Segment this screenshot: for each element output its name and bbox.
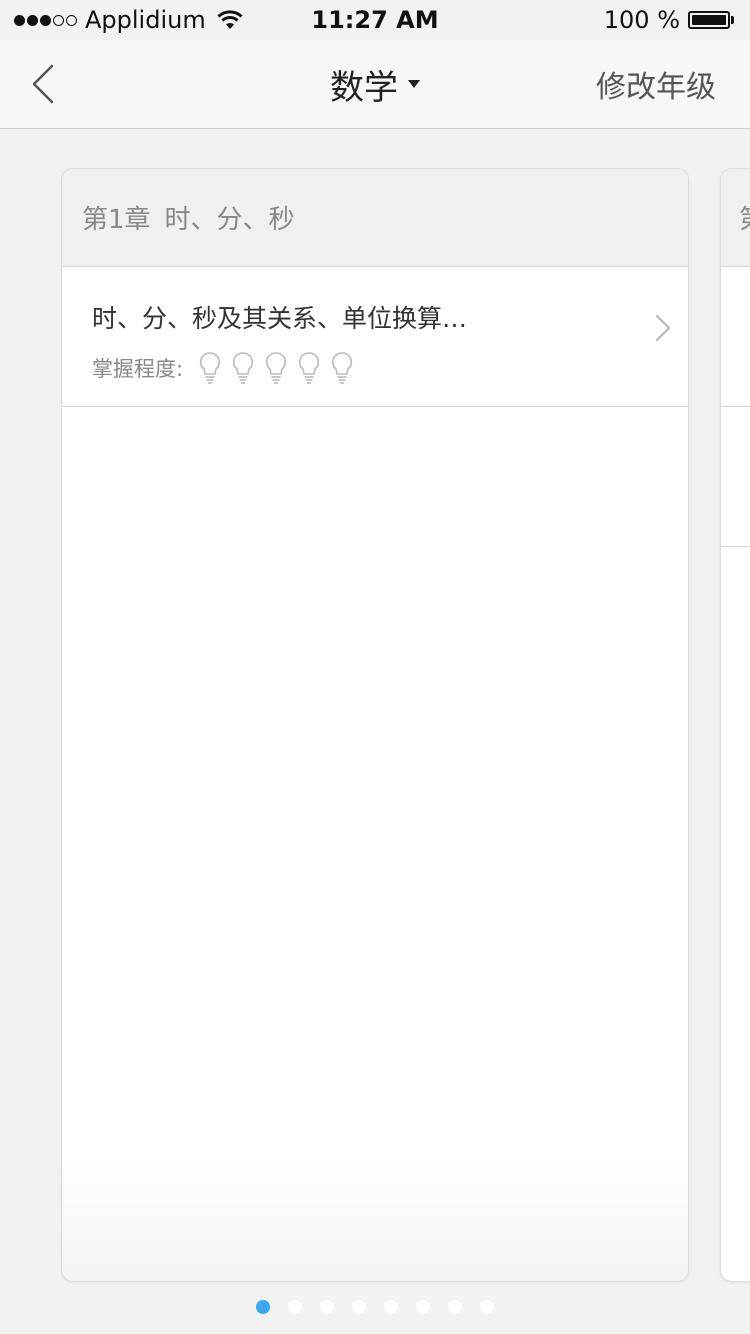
chapter-number: 第1章 (82, 205, 151, 235)
lightbulb-icon (331, 352, 353, 384)
chapter-pager[interactable]: 第1章 时、分、秒 时、分、秒及其关系、单位换算… 掌握程度: (0, 128, 750, 1334)
chapter-title: 时、分、秒 (164, 205, 295, 235)
status-right: 100 % (604, 4, 736, 36)
page-dot-active[interactable] (256, 1300, 270, 1314)
dropdown-caret-icon[interactable] (408, 80, 420, 88)
chevron-right-icon (656, 315, 670, 341)
lightbulb-icon (232, 352, 254, 384)
page-dot[interactable] (320, 1300, 334, 1314)
next-chapter-header: 第 (721, 169, 750, 267)
battery-icon (688, 10, 736, 30)
page-dot[interactable] (384, 1300, 398, 1314)
chapter-header: 第1章 时、分、秒 (62, 169, 688, 267)
next-chapter-number: 第 (739, 199, 750, 236)
status-bar: Applidium 11:27 AM 100 % (0, 0, 750, 40)
nav-bar: 数学 修改年级 (0, 40, 750, 129)
lightbulb-icon (298, 352, 320, 384)
card-bottom-fade (62, 1161, 688, 1281)
chapter-card: 第1章 时、分、秒 时、分、秒及其关系、单位换算… 掌握程度: (61, 168, 689, 1282)
next-lesson-row (721, 267, 750, 407)
page-dot[interactable] (288, 1300, 302, 1314)
lightbulb-icon (199, 352, 221, 384)
page-dot[interactable] (352, 1300, 366, 1314)
next-lesson-row (721, 407, 750, 547)
lesson-row[interactable]: 时、分、秒及其关系、单位换算… 掌握程度: (62, 267, 688, 407)
page-dot[interactable] (480, 1300, 494, 1314)
page-indicator[interactable] (0, 1300, 750, 1314)
mastery-row: 掌握程度: (92, 351, 355, 385)
page-dot[interactable] (448, 1300, 462, 1314)
next-chapter-card[interactable]: 第 (720, 168, 750, 1282)
subject-title[interactable]: 数学 (330, 60, 398, 109)
mastery-label: 掌握程度: (92, 357, 184, 381)
battery-percent: 100 % (603, 6, 680, 34)
back-chevron-icon[interactable] (24, 60, 64, 108)
lesson-title: 时、分、秒及其关系、单位换算… (92, 304, 468, 333)
page-dot[interactable] (416, 1300, 430, 1314)
change-grade-button[interactable]: 修改年级 (596, 40, 716, 128)
mastery-rating (197, 351, 355, 385)
lightbulb-icon (265, 352, 287, 384)
